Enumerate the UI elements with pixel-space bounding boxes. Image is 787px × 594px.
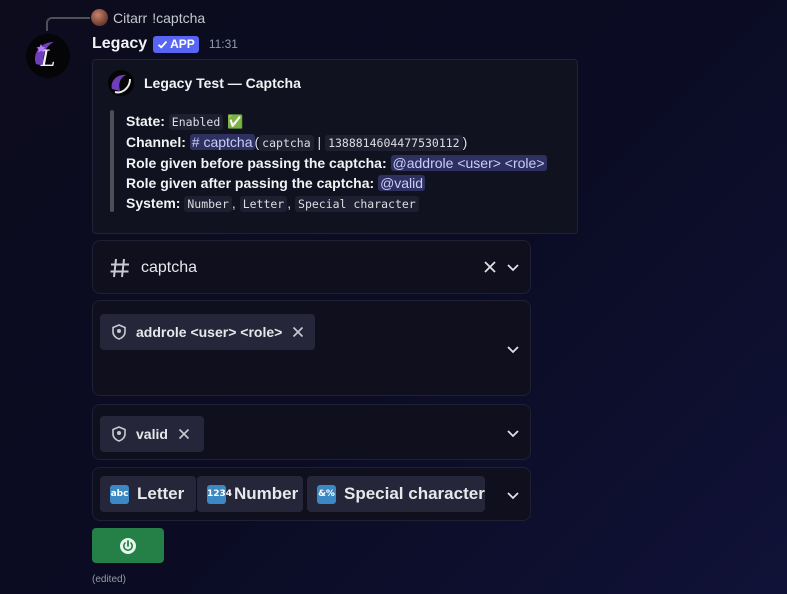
reply-preview[interactable]: Citarr !captcha xyxy=(91,9,205,26)
role-shield-icon xyxy=(112,324,126,340)
chevron-down-icon[interactable] xyxy=(505,341,521,357)
chevron-down-icon[interactable] xyxy=(505,425,521,441)
embed-author-name: Legacy Test — Captcha xyxy=(144,75,301,91)
check-emoji-icon: ✅ xyxy=(227,114,244,129)
system-select[interactable]: abc Letter 1234 Number &% Special charac… xyxy=(92,467,531,521)
checkmark-icon xyxy=(158,40,168,49)
role-before-label: Role given before passing the captcha: xyxy=(126,155,387,171)
separator: | xyxy=(317,134,322,150)
state-line: State: Enabled ✅ xyxy=(126,111,547,132)
channel-id: 1388814604477530112 xyxy=(325,135,463,151)
role-before-mention[interactable]: @addrole <user> <role> xyxy=(390,155,547,171)
embed-fields: State: Enabled ✅ Channel: # captcha(capt… xyxy=(126,111,547,214)
role-chip-label: valid xyxy=(136,426,168,442)
channel-label: Channel: xyxy=(126,134,186,150)
timestamp[interactable]: 11:31 xyxy=(209,37,238,51)
reply-author[interactable]: Citarr xyxy=(113,10,147,26)
channel-select[interactable]: captcha xyxy=(92,240,531,294)
numbers-emoji-icon: 1234 xyxy=(207,484,232,504)
chevron-down-icon[interactable] xyxy=(505,487,521,503)
system-chip-label: Special character xyxy=(344,484,485,503)
role-chip-valid[interactable]: valid xyxy=(100,416,204,452)
hashtag-icon xyxy=(110,258,129,278)
embed-author: Legacy Test — Captcha xyxy=(108,70,301,96)
system-line: System: Number, Letter, Special characte… xyxy=(126,193,547,214)
channel-code: captcha xyxy=(259,135,314,151)
system-label: System: xyxy=(126,195,181,211)
reply-avatar[interactable] xyxy=(91,9,108,26)
reply-text[interactable]: !captcha xyxy=(152,10,205,26)
role-after-mention[interactable]: @valid xyxy=(378,175,426,191)
state-value: Enabled xyxy=(168,114,224,130)
embed-author-logo-icon xyxy=(108,70,134,96)
role-after-label: Role given after passing the captcha: xyxy=(126,175,375,191)
role-before-line: Role given before passing the captcha: @… xyxy=(126,153,547,173)
app-badge-label: APP xyxy=(170,36,195,51)
role-after-select[interactable]: valid xyxy=(92,404,531,460)
power-toggle-button[interactable] xyxy=(92,528,164,563)
channel-mention[interactable]: # captcha xyxy=(189,134,255,150)
blockquote-bar xyxy=(110,110,114,212)
channel-select-value: captcha xyxy=(141,259,198,276)
legacy-logo-icon: L xyxy=(26,34,70,78)
abc-emoji-icon: abc xyxy=(110,484,129,504)
system-value-1: Number xyxy=(184,196,232,212)
role-before-select[interactable]: addrole <user> <role> xyxy=(92,300,531,396)
reply-spine xyxy=(46,17,90,31)
system-chip-letter[interactable]: abc Letter xyxy=(100,476,196,512)
system-value-2: Letter xyxy=(239,196,288,212)
power-icon xyxy=(120,537,136,554)
role-chip-addrole[interactable]: addrole <user> <role> xyxy=(100,314,315,350)
remove-chip-icon[interactable] xyxy=(292,326,304,338)
app-badge: APP xyxy=(153,35,199,53)
clear-icon[interactable] xyxy=(483,260,497,274)
system-value-3: Special character xyxy=(295,196,419,212)
role-shield-icon xyxy=(112,426,126,442)
edited-label: (edited) xyxy=(92,574,126,585)
paren-close: ) xyxy=(462,134,468,150)
system-chip-label: Number xyxy=(234,484,299,503)
username[interactable]: Legacy xyxy=(92,35,147,53)
avatar[interactable]: L xyxy=(26,34,70,78)
role-after-line: Role given after passing the captcha: @v… xyxy=(126,173,547,193)
system-chip-number[interactable]: 1234 Number xyxy=(197,476,303,512)
chevron-down-icon[interactable] xyxy=(505,259,521,275)
system-chip-label: Letter xyxy=(137,484,185,503)
message-header: Legacy APP 11:31 xyxy=(92,35,238,53)
channel-line: Channel: # captcha(captcha | 13888146044… xyxy=(126,132,547,153)
symbols-emoji-icon: &% xyxy=(317,484,336,504)
state-label: State: xyxy=(126,113,165,129)
system-chip-special[interactable]: &% Special character xyxy=(307,476,485,512)
remove-chip-icon[interactable] xyxy=(178,428,190,440)
role-chip-label: addrole <user> <role> xyxy=(136,324,283,340)
